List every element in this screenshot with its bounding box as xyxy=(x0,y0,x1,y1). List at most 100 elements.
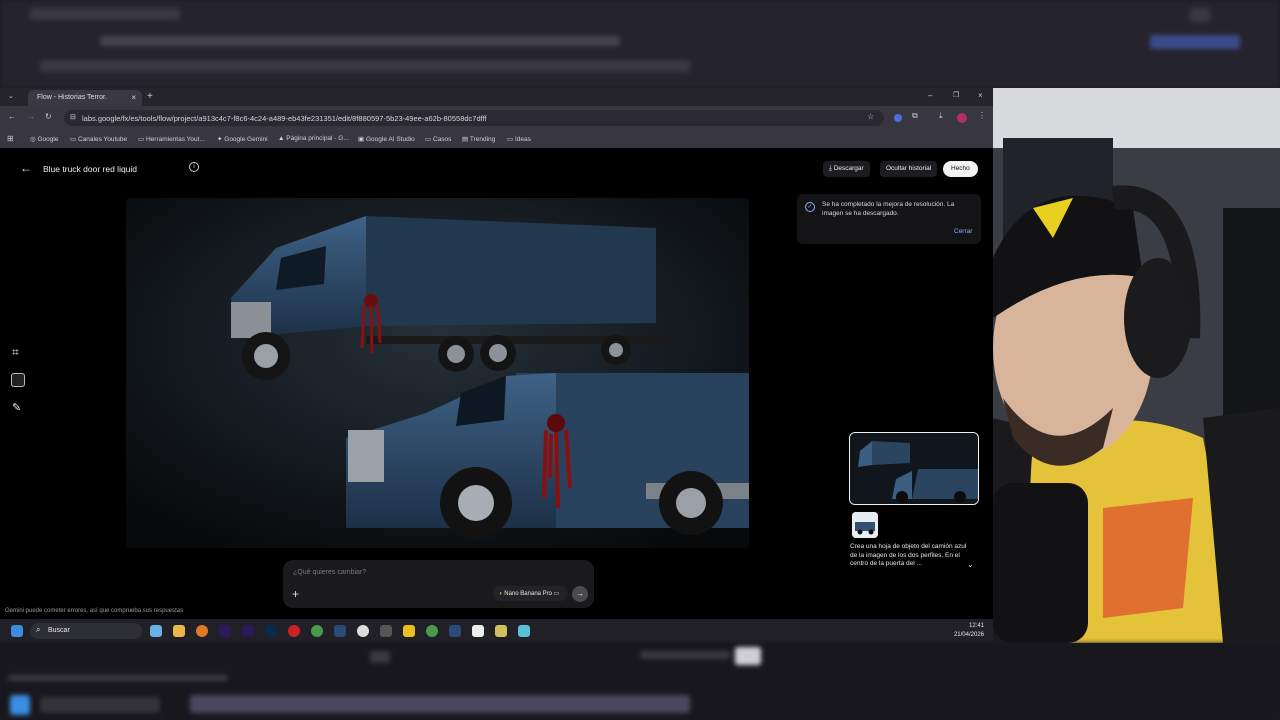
bookmark-google[interactable]: ◎ Google xyxy=(30,135,58,143)
outer-taskbar xyxy=(0,643,1280,720)
blender-icon[interactable] xyxy=(196,625,208,637)
obs-icon[interactable] xyxy=(357,625,369,637)
toast-message: Se ha completado la mejora de resolución… xyxy=(822,201,955,217)
truck-image-illustration xyxy=(126,198,749,548)
profile-avatar[interactable] xyxy=(957,113,967,123)
bookmark-casos[interactable]: ▭ Casos xyxy=(425,135,451,143)
model-selector[interactable]: ◗ Nano Banana Pro ▭ xyxy=(493,586,568,601)
taskbar-search[interactable]: ⌕ Buscar xyxy=(30,623,142,639)
model-label: Nano Banana Pro xyxy=(504,591,552,597)
back-arrow-icon[interactable]: ← xyxy=(20,161,32,175)
check-icon: ✓ xyxy=(805,202,815,212)
steam-alt-icon[interactable] xyxy=(449,625,461,637)
browser-menu-icon[interactable]: ⋮ xyxy=(978,111,986,120)
flow-editor: ← Blue truck door red liquid i ⤓ Descarg… xyxy=(0,148,993,619)
bookmark-label: Google AI Studio xyxy=(365,136,415,143)
chrome-profile-icon[interactable] xyxy=(426,625,438,637)
site-info-icon[interactable]: ⊟ xyxy=(70,113,76,121)
url-text: labs.google/fx/es/tools/flow/project/a91… xyxy=(82,114,487,123)
bookmark-pagina-principal[interactable]: ▲ Página principal - G... xyxy=(278,135,349,142)
download-button[interactable]: ⤓ Descargar xyxy=(823,161,870,177)
url-field[interactable]: ⊟ labs.google/fx/es/tools/flow/project/a… xyxy=(64,110,884,126)
download-icon[interactable]: ⤓ xyxy=(939,111,943,121)
folder-icon: ▭ xyxy=(138,136,145,143)
steam-icon[interactable] xyxy=(334,625,346,637)
gemini-icon: ✦ xyxy=(217,136,223,143)
capcut-icon[interactable] xyxy=(472,625,484,637)
folder-icon: ▭ xyxy=(70,136,77,143)
select-icon[interactable] xyxy=(11,373,25,387)
bookmark-star-icon[interactable]: ☆ xyxy=(867,112,874,121)
thumbnail-truck-image xyxy=(850,433,978,504)
bookmark-label: Google xyxy=(37,136,59,143)
close-window-icon[interactable]: × xyxy=(978,91,983,100)
bookmark-label: Herramientas Yout... xyxy=(145,136,205,143)
start-icon[interactable] xyxy=(11,625,23,637)
bookmarks-bar: ⊞ ◎ Google ▭ Canales Youtube ▭ Herramien… xyxy=(0,130,993,148)
bookmark-trending[interactable]: ▤ Trending xyxy=(462,135,495,143)
expand-chevron-icon[interactable]: ⌄ xyxy=(967,560,974,569)
download-icon: ⤓ xyxy=(829,165,832,172)
notification-toast: ✓ Se ha completado la mejora de resoluci… xyxy=(797,194,981,244)
bookmark-gemini[interactable]: ✦ Google Gemini xyxy=(217,135,268,143)
history-reference-thumbnail[interactable] xyxy=(852,512,878,538)
tab-flow[interactable]: Flow - Historias Terror. × xyxy=(28,90,142,106)
bookmark-ai-studio[interactable]: ▣ Google AI Studio xyxy=(358,135,415,143)
file-explorer-icon[interactable] xyxy=(173,625,185,637)
forward-nav-icon[interactable]: → xyxy=(27,112,35,121)
app-icon[interactable] xyxy=(495,625,507,637)
epic-games-icon[interactable] xyxy=(380,625,392,637)
aistudio-icon: ▣ xyxy=(358,136,365,143)
prompt-box: ¿Qué quieres cambiar? + ◗ Nano Banana Pr… xyxy=(283,560,594,608)
download-label: Descargar xyxy=(833,165,864,172)
webcam-overlay xyxy=(993,88,1280,643)
history-prompt-caption: Crea una hoja de objeto del camión azul … xyxy=(850,543,967,567)
info-icon[interactable]: i xyxy=(189,162,199,172)
bookmark-label: Casos xyxy=(432,136,452,143)
hide-history-button[interactable]: Ocultar historial xyxy=(880,161,938,177)
task-view-icon[interactable] xyxy=(150,625,162,637)
history-thumbnail-selected[interactable] xyxy=(849,432,979,505)
clock-time: 12:41 xyxy=(968,623,984,629)
done-button[interactable]: Hecho xyxy=(943,161,978,177)
rockstar-icon[interactable] xyxy=(403,625,415,637)
extension-icon[interactable] xyxy=(894,114,902,122)
tab-close-icon[interactable]: × xyxy=(131,93,136,102)
folder-icon: ▭ xyxy=(425,136,432,143)
done-label: Hecho xyxy=(951,165,970,172)
tab-bar: ⌄ Flow - Historias Terror. × + – ❐ × xyxy=(0,88,993,106)
send-arrow-icon[interactable]: → xyxy=(572,586,588,602)
hide-history-label: Ocultar historial xyxy=(886,165,932,172)
bookmark-label: Ideas xyxy=(514,136,531,143)
bookmark-ideas[interactable]: ▭ Ideas xyxy=(507,135,531,143)
back-nav-icon[interactable]: ← xyxy=(8,112,16,121)
bookmark-canales-youtube[interactable]: ▭ Canales Youtube xyxy=(70,135,127,143)
bookmark-herramientas[interactable]: ▭ Herramientas Yout... xyxy=(138,135,205,143)
extensions-puzzle-icon[interactable]: ⧉ xyxy=(912,111,918,121)
crop-icon[interactable]: ⌗ xyxy=(12,345,19,360)
photoshop-icon[interactable] xyxy=(265,625,277,637)
toast-close-link[interactable]: Cerrar xyxy=(954,228,972,235)
clock-date: 21/04/2026 xyxy=(953,632,984,638)
notepad-icon[interactable] xyxy=(518,625,530,637)
bookmark-label: Trending xyxy=(469,136,496,143)
trending-icon: ▤ xyxy=(462,136,469,143)
reload-icon[interactable]: ↻ xyxy=(45,112,52,121)
search-label: Buscar xyxy=(48,627,70,634)
edit-brush-icon[interactable]: ✎ xyxy=(12,401,21,414)
new-tab-icon[interactable]: + xyxy=(147,91,153,102)
maximize-icon[interactable]: ❐ xyxy=(953,91,959,99)
add-icon[interactable]: + xyxy=(292,587,299,601)
tab-list-icon[interactable]: ⌄ xyxy=(8,92,14,100)
apps-grid-icon[interactable]: ⊞ xyxy=(7,134,14,143)
after-effects-icon[interactable] xyxy=(219,625,231,637)
address-toolbar: ← → ↻ ⊟ labs.google/fx/es/tools/flow/pro… xyxy=(0,106,993,130)
tab-title: Flow - Historias Terror. xyxy=(37,94,107,101)
page-title: Blue truck door red liquid xyxy=(43,164,138,174)
minimize-icon[interactable]: – xyxy=(928,91,932,100)
opera-icon[interactable] xyxy=(288,625,300,637)
folder-icon: ▭ xyxy=(507,136,514,143)
chrome-icon[interactable] xyxy=(311,625,323,637)
premiere-icon[interactable] xyxy=(242,625,254,637)
prompt-input[interactable]: ¿Qué quieres cambiar? xyxy=(293,569,366,576)
